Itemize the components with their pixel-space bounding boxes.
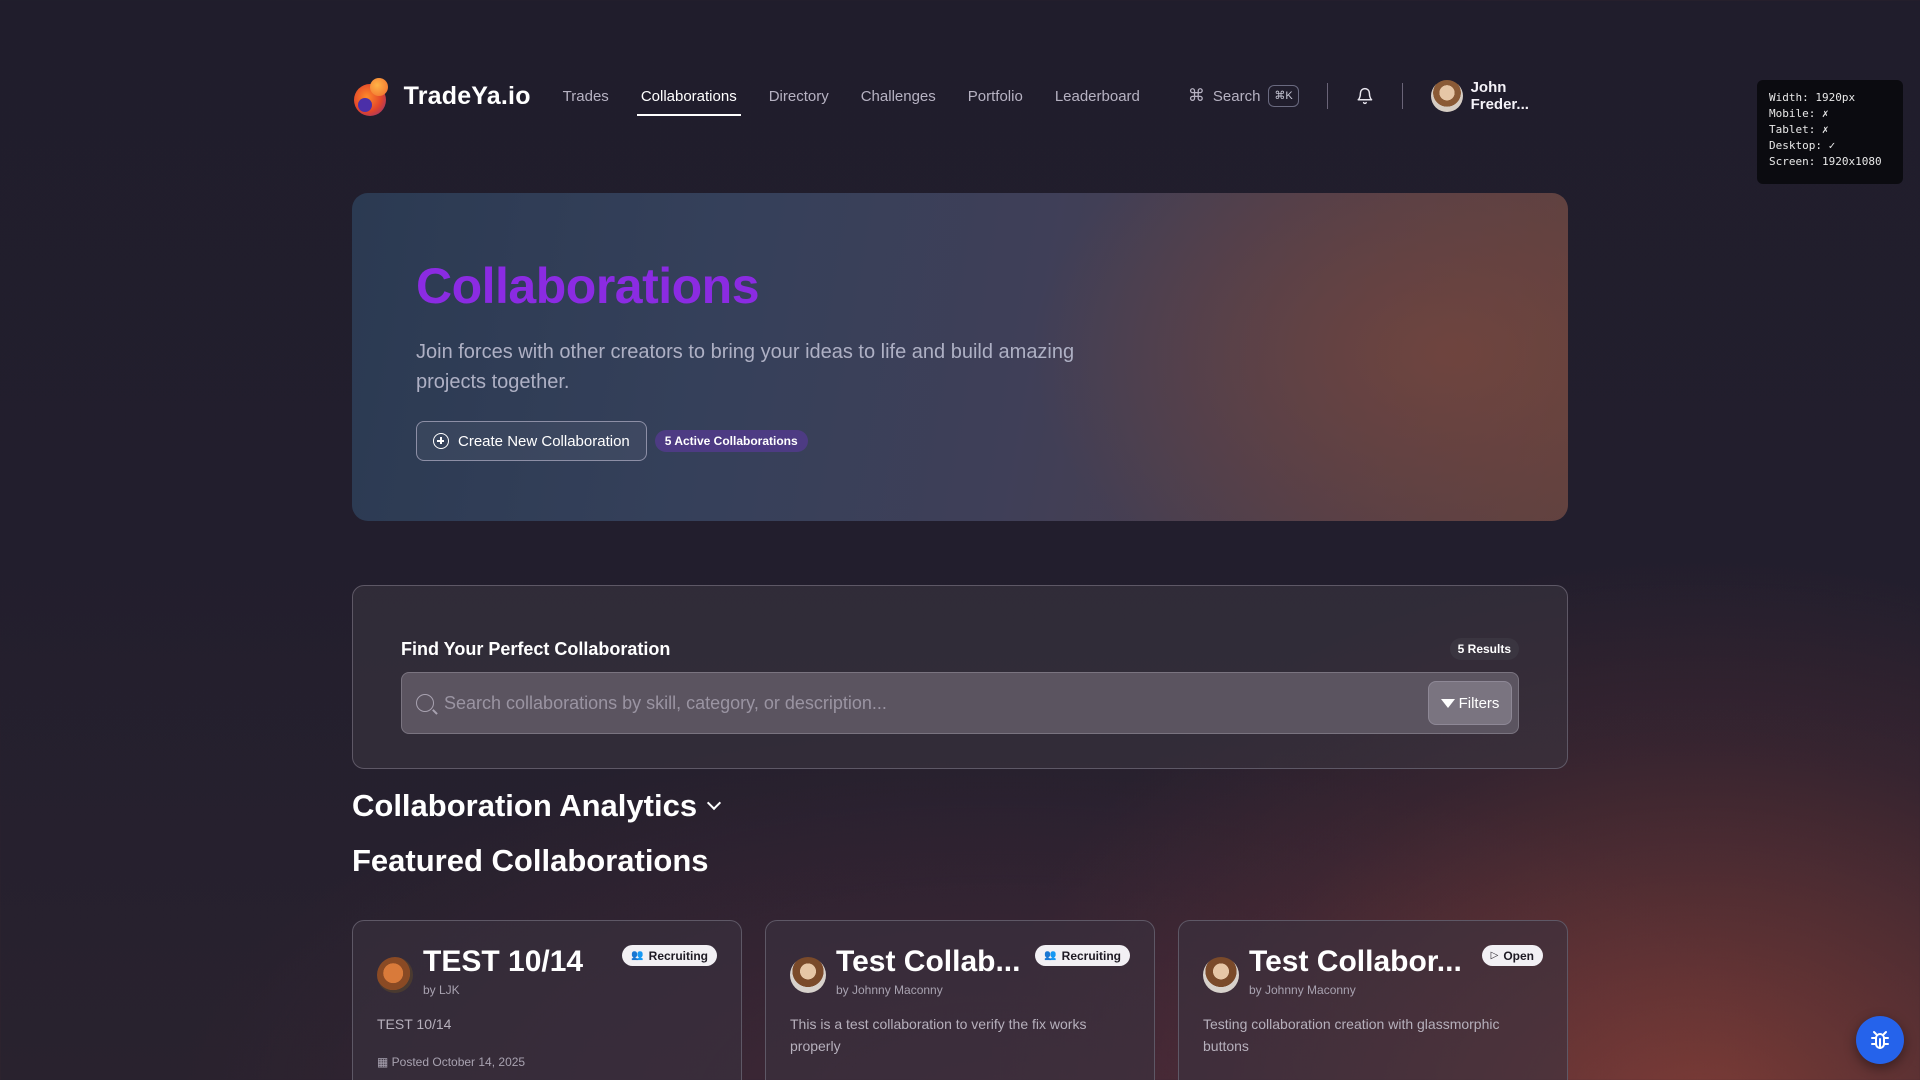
nav-link-collaborations[interactable]: Collaborations xyxy=(636,82,741,116)
debug-screen: Screen: 1920x1080 xyxy=(1769,155,1882,168)
filters-label: Filters xyxy=(1458,694,1500,712)
analytics-title: Collaboration Analytics xyxy=(352,788,698,823)
debug-mobile: Mobile: ✗ xyxy=(1769,107,1829,120)
user-name[interactable]: John Freder... xyxy=(1471,79,1568,113)
top-nav: TradeYa.io Trades Collaborations Directo… xyxy=(352,72,1568,120)
nav-link-portfolio[interactable]: Portfolio xyxy=(964,82,1027,111)
nav-link-directory[interactable]: Directory xyxy=(765,82,833,111)
search-input[interactable] xyxy=(444,692,1428,714)
nav-search-button[interactable]: ⌘ Search ⌘K xyxy=(1188,85,1299,107)
status-badge-label: Open xyxy=(1503,948,1534,963)
nav-search-label: Search xyxy=(1212,87,1261,105)
nav-divider xyxy=(1401,83,1403,109)
play-icon: ▷ xyxy=(1490,950,1499,961)
search-box: Filters xyxy=(401,672,1519,734)
search-panel-title: Find Your Perfect Collaboration xyxy=(401,638,671,659)
debug-width: Width: 1920px xyxy=(1769,91,1856,104)
avatar xyxy=(1203,957,1239,993)
logo-icon[interactable] xyxy=(352,76,392,116)
search-shortcut: ⌘K xyxy=(1268,85,1299,107)
collaboration-card[interactable]: Test Collabor... by Johnny Maconny ▷ Ope… xyxy=(1178,920,1568,1080)
collaboration-card[interactable]: TEST 10/14 by LJK 👥 Recruiting TEST 10/1… xyxy=(352,920,742,1080)
hero-actions: Create New Collaboration 5 Active Collab… xyxy=(416,421,1504,461)
create-collaboration-label: Create New Collaboration xyxy=(458,432,630,450)
nav-divider xyxy=(1326,83,1328,109)
users-icon: 👥 xyxy=(631,950,644,961)
nav-link-trades[interactable]: Trades xyxy=(559,82,613,111)
card-description: Testing collaboration creation with glas… xyxy=(1203,1016,1500,1054)
card-description: TEST 10/14 xyxy=(377,1016,452,1032)
avatar xyxy=(790,957,826,993)
calendar-icon: ▦ xyxy=(377,1055,392,1069)
filter-icon xyxy=(1440,698,1455,708)
posted-text: Posted October 14, 2025 xyxy=(391,1055,526,1069)
card-description: This is a test collaboration to verify t… xyxy=(790,1016,1087,1054)
status-badge-label: Recruiting xyxy=(1061,948,1121,963)
card-title: Test Collab... xyxy=(836,945,1021,978)
search-icon xyxy=(416,694,434,712)
collaboration-card[interactable]: Test Collab... by Johnny Maconny 👥 Recru… xyxy=(765,920,1155,1080)
filters-button[interactable]: Filters xyxy=(1428,681,1512,725)
status-badge: 👥 Recruiting xyxy=(622,945,717,966)
card-author: by Johnny Maconny xyxy=(1249,983,1356,997)
card-posted-date: ▦ Posted October 14, 2025 xyxy=(377,1055,717,1069)
card-title: Test Collabor... xyxy=(1249,945,1462,978)
avatar[interactable] xyxy=(1430,80,1463,112)
bug-report-button[interactable] xyxy=(1856,1016,1904,1064)
create-collaboration-button[interactable]: Create New Collaboration xyxy=(416,421,647,461)
nav-link-challenges[interactable]: Challenges xyxy=(857,82,940,111)
card-title: TEST 10/14 xyxy=(423,945,584,978)
nav-links: Trades Collaborations Directory Challeng… xyxy=(559,82,1168,116)
bell-icon[interactable] xyxy=(1356,86,1374,106)
card-author: by LJK xyxy=(423,983,460,997)
status-badge: ▷ Open xyxy=(1481,945,1543,966)
brand-name[interactable]: TradeYa.io xyxy=(404,82,531,111)
viewport-debug-panel: Width: 1920px Mobile: ✗ Tablet: ✗ Deskto… xyxy=(1757,80,1903,184)
analytics-toggle[interactable]: Collaboration Analytics xyxy=(352,788,722,824)
plus-circle-icon xyxy=(433,433,449,449)
debug-desktop: Desktop: ✓ xyxy=(1769,139,1836,152)
hero-subtitle: Join forces with other creators to bring… xyxy=(416,341,1075,393)
featured-title: Featured Collaborations xyxy=(352,843,709,878)
status-badge-label: Recruiting xyxy=(648,948,708,963)
debug-tablet: Tablet: ✗ xyxy=(1769,123,1829,136)
page-title: Collaborations xyxy=(416,258,760,314)
bug-icon xyxy=(1871,1031,1889,1049)
status-badge: 👥 Recruiting xyxy=(1035,945,1130,966)
hero-banner: Collaborations Join forces with other cr… xyxy=(352,193,1568,521)
results-count-badge: 5 Results xyxy=(1449,638,1519,660)
command-icon: ⌘ xyxy=(1187,86,1205,105)
card-author: by Johnny Maconny xyxy=(836,983,943,997)
users-icon: 👥 xyxy=(1044,950,1057,961)
search-panel: Find Your Perfect Collaboration 5 Result… xyxy=(352,585,1568,769)
active-collaborations-badge: 5 Active Collaborations xyxy=(654,430,808,452)
nav-link-leaderboard[interactable]: Leaderboard xyxy=(1051,82,1144,111)
avatar xyxy=(377,957,413,993)
chevron-down-icon xyxy=(707,795,722,811)
